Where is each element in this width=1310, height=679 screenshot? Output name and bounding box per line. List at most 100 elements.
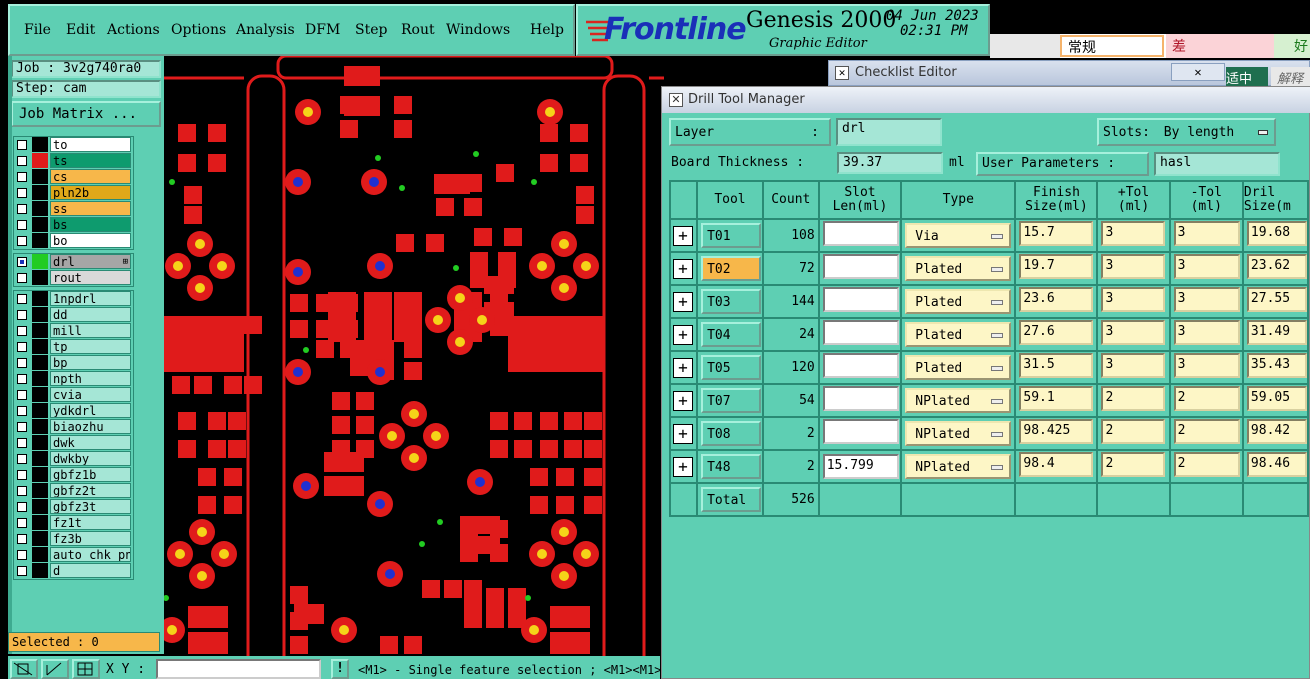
dtm-titlebar[interactable]: ✕ Drill Tool Manager — [662, 87, 1310, 113]
thickness-field[interactable]: 39.37 — [837, 152, 943, 174]
minus-tol-input[interactable]: 3 — [1173, 320, 1240, 345]
layer-checkbox[interactable] — [17, 470, 27, 480]
layer-checkbox[interactable] — [17, 310, 27, 320]
layer-checkbox[interactable] — [17, 342, 27, 352]
slot-cell[interactable] — [817, 317, 903, 352]
tool-button[interactable]: T07 — [701, 388, 761, 413]
minus-tol-cell[interactable]: 3 — [1168, 218, 1244, 253]
plus-tol-input[interactable]: 2 — [1101, 386, 1166, 411]
plus-tol-input[interactable]: 3 — [1101, 353, 1166, 378]
layer-name[interactable]: biaozhu — [50, 419, 131, 434]
plus-tol-input[interactable]: 3 — [1101, 254, 1166, 279]
menu-actions[interactable]: Actions — [107, 22, 160, 38]
tool-cell[interactable]: T48 — [696, 449, 764, 484]
finish-cell[interactable]: 23.6 — [1014, 284, 1099, 319]
slot-length-input[interactable] — [822, 254, 899, 279]
layer-row-to[interactable]: to — [14, 137, 133, 153]
layer-checkbox[interactable] — [17, 257, 27, 267]
layer-name[interactable]: tp — [50, 339, 131, 354]
layer-checkbox[interactable] — [17, 390, 27, 400]
plus-tol-input[interactable]: 3 — [1101, 221, 1166, 246]
row-expand[interactable]: + — [668, 218, 699, 253]
minus-tol-cell[interactable]: 3 — [1168, 350, 1244, 385]
layer-name[interactable]: bo — [50, 233, 131, 248]
finish-cell[interactable]: 31.5 — [1014, 350, 1099, 385]
layer-checkbox[interactable] — [17, 156, 27, 166]
xy-input[interactable] — [156, 659, 321, 679]
checklist-editor-window[interactable]: ✕ Checklist Editor ✕ 适中 解释 — [828, 60, 1310, 87]
menu-rout[interactable]: Rout — [401, 22, 435, 38]
layer-row-cs[interactable]: cs — [14, 169, 133, 185]
finish-size-input[interactable]: 23.6 — [1019, 287, 1094, 312]
slot-cell[interactable] — [817, 251, 903, 286]
layer-label-button[interactable]: Layer : — [669, 118, 831, 146]
finish-cell[interactable]: 98.425 — [1014, 416, 1099, 451]
finish-size-input[interactable]: 27.6 — [1019, 320, 1094, 345]
menu-analysis[interactable]: Analysis — [236, 22, 295, 38]
slot-length-input[interactable] — [822, 386, 899, 411]
expand-icon[interactable]: + — [673, 357, 693, 378]
row-expand[interactable]: + — [668, 449, 699, 484]
tool-cell[interactable]: T02 — [696, 251, 764, 286]
finish-cell[interactable]: 19.7 — [1014, 251, 1099, 286]
layer-row-bp[interactable]: bp — [14, 355, 133, 371]
slot-cell[interactable] — [817, 218, 903, 253]
row-expand[interactable]: + — [668, 383, 699, 418]
layer-row-dwkby[interactable]: dwkby — [14, 451, 133, 467]
layer-name[interactable]: fz1t — [50, 515, 131, 530]
cell-bad[interactable]: 差 — [1166, 34, 1274, 58]
layer-checkbox[interactable] — [17, 204, 27, 214]
drill-size-input[interactable]: 59.05 — [1246, 386, 1306, 411]
layer-checkbox[interactable] — [17, 273, 27, 283]
plus-tol-cell[interactable]: 3 — [1096, 218, 1171, 253]
layer-row-npth[interactable]: npth — [14, 371, 133, 387]
layer-checkbox[interactable] — [17, 220, 27, 230]
layer-row-ydkdrl[interactable]: ydkdrl — [14, 403, 133, 419]
drill-size-cell[interactable]: 35.43 — [1241, 350, 1310, 385]
finish-size-input[interactable]: 98.4 — [1019, 452, 1094, 477]
layer-row-bs[interactable]: bs — [14, 217, 133, 233]
layer-checkbox[interactable] — [17, 172, 27, 182]
tool-cell[interactable]: T08 — [696, 416, 764, 451]
layer-row-mill[interactable]: mill — [14, 323, 133, 339]
layer-checkbox[interactable] — [17, 502, 27, 512]
layer-name[interactable]: dd — [50, 307, 131, 322]
layer-checkbox[interactable] — [17, 550, 27, 560]
minus-tol-input[interactable]: 3 — [1173, 287, 1240, 312]
layer-checkbox[interactable] — [17, 358, 27, 368]
layer-row-tp[interactable]: tp — [14, 339, 133, 355]
layer-checkbox[interactable] — [17, 422, 27, 432]
type-dropdown[interactable]: Plated — [905, 256, 1012, 281]
layer-checkbox[interactable] — [17, 534, 27, 544]
layer-row-gbfz1b[interactable]: gbfz1b — [14, 467, 133, 483]
minus-tol-input[interactable]: 2 — [1173, 452, 1240, 477]
finish-size-input[interactable]: 31.5 — [1019, 353, 1094, 378]
layer-name[interactable]: ts — [50, 153, 131, 168]
layer-row-dd[interactable]: dd — [14, 307, 133, 323]
drill-size-input[interactable]: 98.46 — [1246, 452, 1306, 477]
checklist-close-icon[interactable]: ✕ — [1171, 63, 1225, 81]
layer-row-fz1t[interactable]: fz1t — [14, 515, 133, 531]
tool-cell[interactable]: T03 — [696, 284, 764, 319]
type-dropdown[interactable]: NPlated — [905, 388, 1012, 413]
layer-checkbox[interactable] — [17, 438, 27, 448]
cell-good[interactable]: 好 — [1274, 34, 1310, 58]
layer-checkbox[interactable] — [17, 406, 27, 416]
layer-row-ts[interactable]: ts — [14, 153, 133, 169]
finish-size-input[interactable]: 15.7 — [1019, 221, 1094, 246]
minus-tol-input[interactable]: 3 — [1173, 254, 1240, 279]
expand-icon[interactable]: + — [673, 390, 693, 411]
minus-tol-cell[interactable]: 3 — [1168, 317, 1244, 352]
user-parameters-button[interactable]: User Parameters : — [976, 152, 1149, 176]
expand-icon[interactable]: + — [673, 225, 693, 246]
plus-tol-cell[interactable]: 2 — [1096, 383, 1171, 418]
tool-cell[interactable]: T04 — [696, 317, 764, 352]
layer-checkbox[interactable] — [17, 294, 27, 304]
drill-size-input[interactable]: 31.49 — [1246, 320, 1306, 345]
layer-row-fz3b[interactable]: fz3b — [14, 531, 133, 547]
plus-tol-input[interactable]: 2 — [1101, 419, 1166, 444]
layer-row-pln2b[interactable]: pln2b — [14, 185, 133, 201]
drill-size-input[interactable]: 98.42 — [1246, 419, 1306, 444]
drill-size-cell[interactable]: 59.05 — [1241, 383, 1310, 418]
graphic-editor-canvas[interactable] — [164, 56, 664, 656]
